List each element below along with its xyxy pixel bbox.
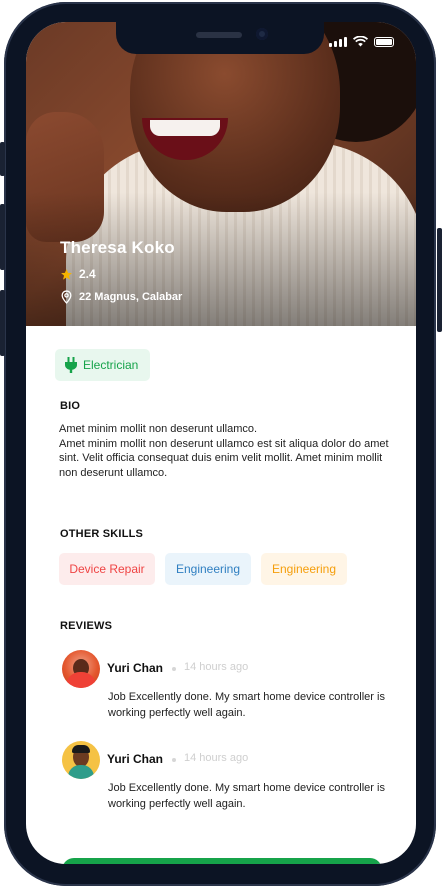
avatar: [62, 650, 100, 688]
phone-notch: [116, 22, 324, 54]
book-button[interactable]: [62, 858, 382, 864]
wifi-icon: [353, 36, 368, 47]
reviewer-name: Yuri Chan: [107, 661, 164, 675]
review-time: 14 hours ago: [184, 752, 249, 764]
reviewer-name: Yuri Chan: [107, 752, 164, 766]
bio-title: BIO: [60, 400, 81, 412]
skill-chip-device-repair[interactable]: Device Repair: [59, 553, 155, 585]
reviews-title: REVIEWS: [60, 620, 113, 632]
volume-down-button: [0, 290, 5, 356]
speaker-grille: [196, 32, 242, 38]
profile-location: 22 Magnus, Calabar: [60, 290, 182, 304]
profession-badge: Electrician: [55, 349, 151, 381]
photo-teeth: [150, 120, 220, 136]
plug-icon: [65, 357, 77, 373]
app-screen: Theresa Koko 2.4 22 Magnus, Calabar Elec…: [26, 22, 416, 864]
skill-chip-engineering-2[interactable]: Engineering: [261, 553, 347, 585]
power-button: [437, 228, 442, 332]
bio-text: Amet minim mollit non deserunt ullamco. …: [59, 423, 389, 479]
signal-icon: [329, 36, 347, 47]
profile-name: Theresa Koko: [60, 238, 175, 257]
avatar: [62, 741, 100, 779]
rating-value: 2.4: [79, 267, 96, 281]
review-text: Job Excellently done. My smart home devi…: [108, 782, 385, 810]
photo-gradient-overlay: [26, 192, 416, 326]
separator-dot: [172, 667, 176, 671]
location-text: 22 Magnus, Calabar: [79, 291, 183, 303]
front-camera: [256, 28, 268, 40]
profile-rating: 2.4: [60, 267, 96, 281]
star-icon: [61, 268, 72, 280]
status-bar: [329, 36, 394, 47]
battery-icon: [374, 36, 394, 47]
profession-label: Electrician: [83, 358, 139, 372]
volume-up-button: [0, 204, 5, 270]
skills-title: OTHER SKILLS: [60, 528, 144, 540]
silent-switch: [0, 142, 5, 176]
review-time: 14 hours ago: [184, 661, 249, 673]
review-text: Job Excellently done. My smart home devi…: [108, 691, 385, 719]
skill-chip-engineering-1[interactable]: Engineering: [165, 553, 251, 585]
location-pin-icon: [61, 290, 72, 304]
profile-photo: Theresa Koko 2.4 22 Magnus, Calabar: [26, 22, 416, 326]
separator-dot: [172, 758, 176, 762]
